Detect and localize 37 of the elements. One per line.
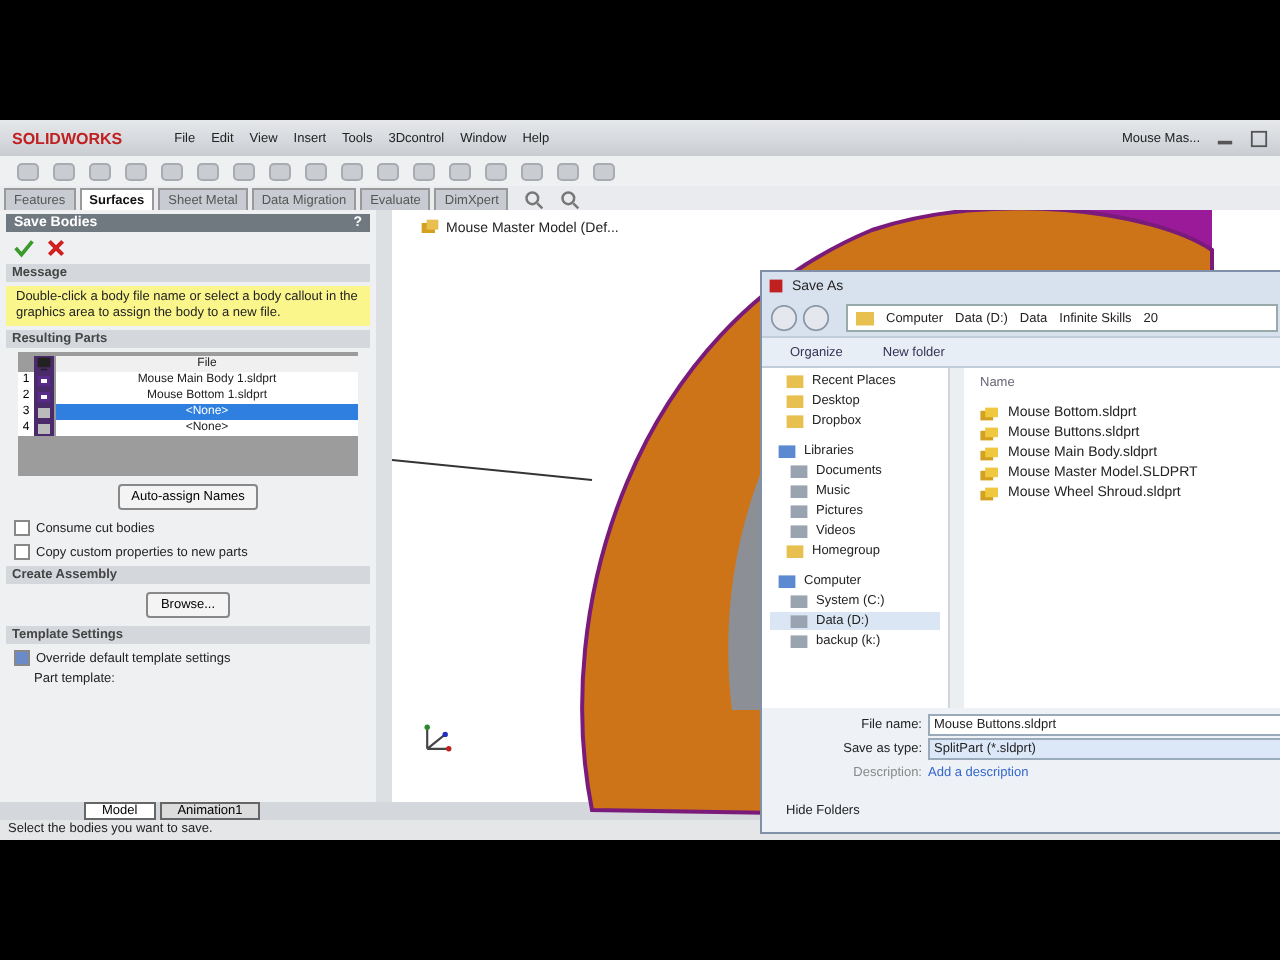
checkbox[interactable] — [38, 423, 50, 434]
toolbar-icon[interactable] — [448, 159, 472, 183]
toolbar-icon[interactable] — [484, 159, 508, 183]
back-icon[interactable] — [770, 304, 798, 332]
scrollbar[interactable] — [948, 368, 964, 708]
app-logo: SOLIDWORKS — [12, 129, 123, 147]
toolbar-icon[interactable] — [376, 159, 400, 183]
checkbox[interactable] — [38, 391, 50, 402]
checkbox[interactable] — [14, 520, 30, 537]
zoom-icon[interactable] — [560, 190, 581, 210]
toolbar-icon[interactable] — [556, 159, 580, 183]
ok-icon[interactable] — [14, 238, 34, 258]
app-icon — [768, 278, 784, 294]
toolbar-icon[interactable] — [520, 159, 544, 183]
toolbar-icon[interactable] — [88, 159, 112, 183]
toolbar-icon[interactable] — [412, 159, 436, 183]
forward-icon[interactable] — [802, 304, 830, 332]
folder-icon — [856, 310, 874, 326]
checkbox[interactable] — [38, 375, 50, 386]
toolbar-icon[interactable] — [340, 159, 364, 183]
toolbar-icon[interactable] — [52, 159, 76, 183]
axis-triad-icon — [420, 720, 456, 756]
checkbox[interactable] — [38, 407, 50, 418]
maximize-icon[interactable] — [1250, 129, 1268, 147]
zoom-icon[interactable] — [524, 190, 545, 210]
checkbox[interactable] — [14, 650, 30, 667]
checkbox[interactable] — [14, 544, 30, 561]
part-icon — [420, 218, 440, 238]
toolbar-icon[interactable] — [16, 159, 40, 183]
toolbar-icon[interactable] — [196, 159, 220, 183]
toolbar-icon[interactable] — [304, 159, 328, 183]
close-icon[interactable] — [46, 238, 66, 258]
toolbar-icon[interactable] — [124, 159, 148, 183]
toolbar-icon[interactable] — [268, 159, 292, 183]
toolbar-icon[interactable] — [160, 159, 184, 183]
toolbar-icon[interactable] — [592, 159, 616, 183]
toolbar-icon[interactable] — [232, 159, 256, 183]
